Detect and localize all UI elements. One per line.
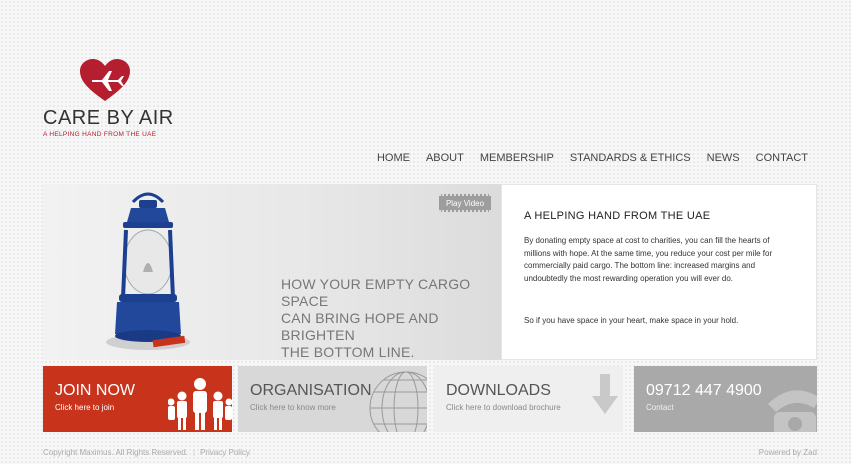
feature-tiles: JOIN NOW Click here to join ORGANISATION… [43, 366, 817, 432]
downloads-title: DOWNLOADS [446, 382, 551, 399]
copyright-text: Copyright Maximus. All Rights Reserved. [43, 448, 188, 457]
downloads-tile[interactable]: DOWNLOADS Click here to download brochur… [434, 366, 623, 432]
nav-about[interactable]: ABOUT [426, 152, 464, 164]
play-video-button[interactable]: Play Video [439, 194, 491, 212]
footer-copyright: Copyright Maximus. All Rights Reserved. |… [43, 448, 250, 457]
join-now-title: JOIN NOW [55, 382, 135, 399]
nav-home[interactable]: HOME [377, 152, 410, 164]
people-group-icon [168, 378, 232, 430]
intro-paragraph: By donating empty space at cost to chari… [524, 236, 773, 283]
nav-standards-ethics[interactable]: STANDARDS & ETHICS [570, 152, 691, 164]
join-now-subtitle: Click here to join [55, 403, 115, 412]
main-nav: HOME ABOUT MEMBERSHIP STANDARDS & ETHICS… [377, 152, 808, 164]
privacy-policy-link[interactable]: Privacy Policy [200, 448, 250, 457]
telephone-icon [768, 390, 817, 432]
hero-headline: HOW YOUR EMPTY CARGO SPACE CAN BRING HOP… [281, 276, 471, 360]
brand-tagline: A HELPING HAND FROM THE UAE [43, 131, 157, 138]
heart-plane-icon [80, 59, 130, 101]
organisation-subtitle: Click here to know more [250, 403, 336, 412]
organisation-title: ORGANISATION [250, 382, 372, 399]
brand-name: CARE BY AIR [43, 107, 174, 129]
contact-tile[interactable]: 09712 447 4900 Contact [634, 366, 817, 432]
powered-by[interactable]: Powered by Zad [759, 448, 817, 457]
downloads-subtitle: Click here to download brochure [446, 403, 561, 412]
hero-banner: HOW YOUR EMPTY CARGO SPACE CAN BRING HOP… [43, 184, 501, 360]
intro-callout: So if you have space in your heart, make… [524, 316, 739, 325]
organisation-tile[interactable]: ORGANISATION Click here to know more [238, 366, 427, 432]
intro-panel: A HELPING HAND FROM THE UAE By donating … [501, 184, 817, 360]
download-arrow-icon [592, 374, 618, 414]
nav-contact[interactable]: CONTACT [756, 152, 808, 164]
nav-membership[interactable]: MEMBERSHIP [480, 152, 554, 164]
footer-separator: | [192, 448, 196, 457]
globe-icon [369, 371, 427, 432]
nav-news[interactable]: NEWS [707, 152, 740, 164]
lantern-illustration [106, 192, 190, 350]
contact-phone-number: 09712 447 4900 [646, 382, 762, 399]
intro-heading: A HELPING HAND FROM THE UAE [524, 210, 711, 222]
contact-subtitle: Contact [646, 403, 674, 412]
join-now-tile[interactable]: JOIN NOW Click here to join [43, 366, 232, 432]
